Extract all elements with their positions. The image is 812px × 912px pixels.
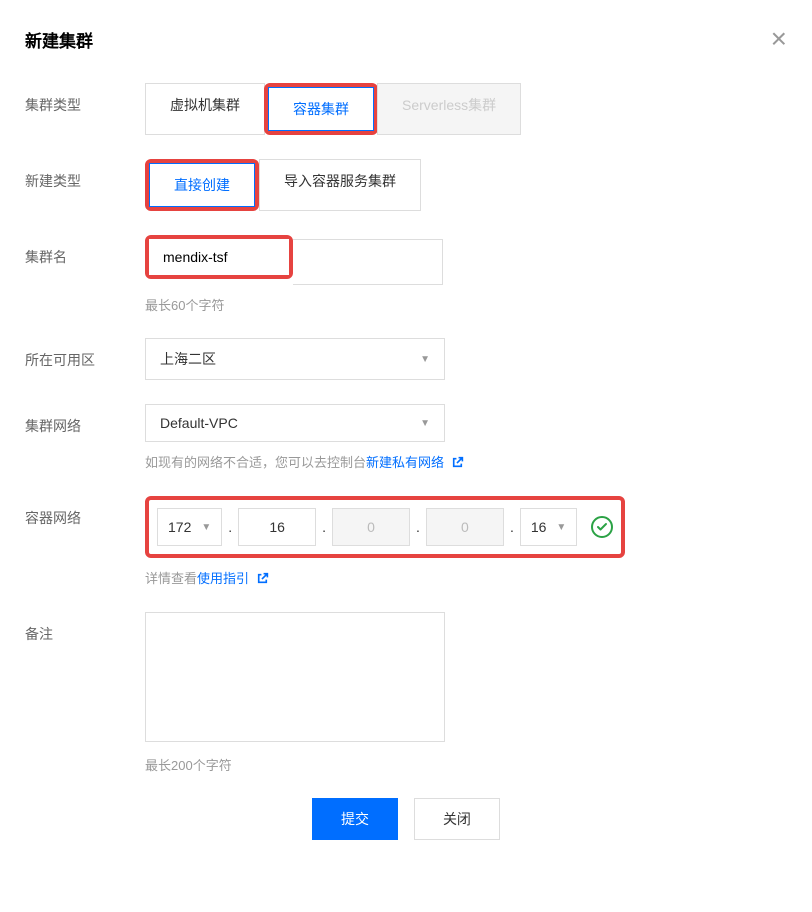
remark-label: 备注 (25, 612, 145, 644)
cluster-type-vm[interactable]: 虚拟机集群 (145, 83, 265, 135)
dialog-title: 新建集群 (25, 27, 93, 52)
ip-octet-2[interactable]: 16 (238, 508, 316, 546)
cluster-name-input[interactable] (149, 239, 289, 275)
network-label: 集群网络 (25, 404, 145, 436)
check-circle-icon (591, 516, 613, 538)
submit-button[interactable]: 提交 (312, 798, 398, 840)
cancel-button[interactable]: 关闭 (414, 798, 500, 840)
chevron-down-icon: ▼ (556, 522, 566, 533)
network-select[interactable]: Default-VPC ▼ (145, 404, 445, 442)
create-private-network-link[interactable]: 新建私有网络 (366, 455, 444, 470)
ip-octet-1[interactable]: 172▼ (157, 508, 222, 546)
create-type-direct[interactable]: 直接创建 (149, 163, 255, 207)
remark-textarea[interactable] (145, 612, 445, 742)
cluster-type-label: 集群类型 (25, 83, 145, 115)
ip-octet-4: 0 (426, 508, 504, 546)
container-network-label: 容器网络 (25, 496, 145, 528)
chevron-down-icon: ▼ (420, 354, 430, 365)
external-link-icon (256, 572, 269, 588)
container-network-row: 172▼ . 16 . 0 . 0 . 16▼ (145, 496, 625, 558)
zone-select[interactable]: 上海二区 ▼ (145, 338, 445, 380)
create-type-import[interactable]: 导入容器服务集群 (259, 159, 421, 211)
network-value: Default-VPC (160, 415, 238, 431)
create-type-label: 新建类型 (25, 159, 145, 191)
usage-guide-link[interactable]: 使用指引 (197, 571, 249, 586)
cluster-type-container[interactable]: 容器集群 (268, 87, 374, 131)
ip-octet-3: 0 (332, 508, 410, 546)
cluster-type-serverless: Serverless集群 (377, 83, 521, 135)
cluster-name-label: 集群名 (25, 235, 145, 267)
remark-hint: 最长200个字符 (145, 755, 787, 774)
container-network-hint: 详情查看使用指引 (145, 568, 787, 588)
zone-label: 所在可用区 (25, 338, 145, 370)
chevron-down-icon: ▼ (201, 522, 211, 533)
cluster-type-options: 虚拟机集群 容器集群 Serverless集群 (145, 83, 787, 135)
cluster-name-hint: 最长60个字符 (145, 295, 787, 314)
close-icon[interactable]: × (771, 25, 787, 53)
create-type-options: 直接创建 导入容器服务集群 (145, 159, 787, 211)
ip-mask[interactable]: 16▼ (520, 508, 577, 546)
network-hint: 如现有的网络不合适，您可以去控制台新建私有网络 (145, 452, 787, 472)
zone-value: 上海二区 (160, 349, 216, 369)
chevron-down-icon: ▼ (420, 418, 430, 429)
external-link-icon (451, 456, 464, 472)
